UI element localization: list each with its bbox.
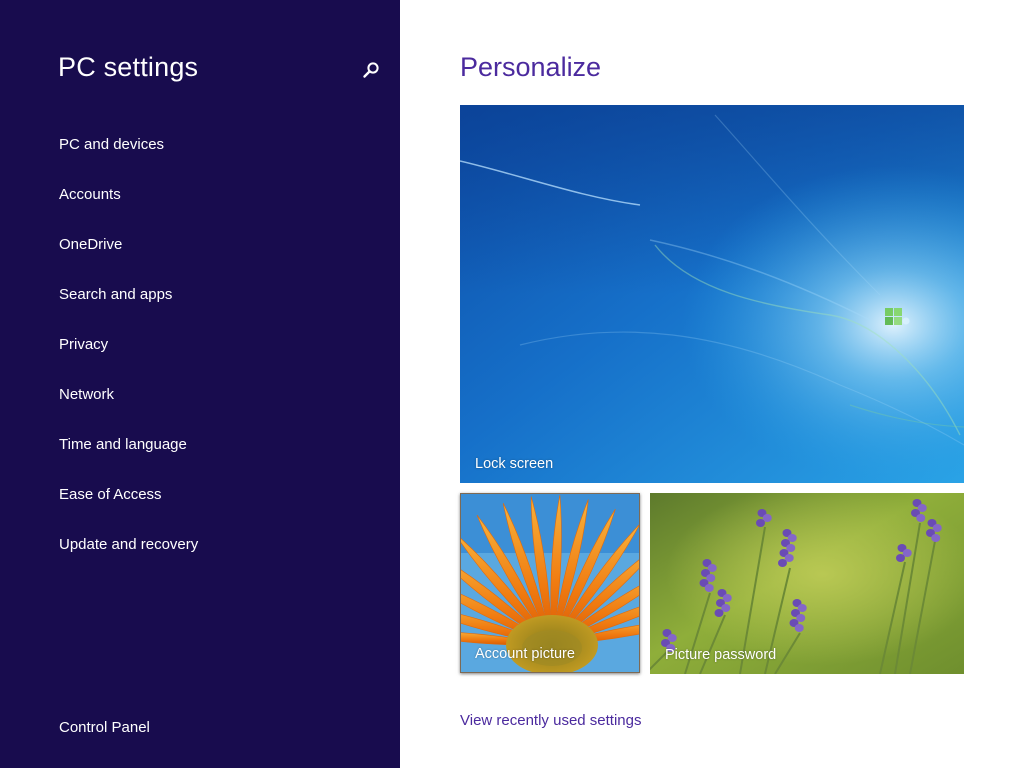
control-panel-link[interactable]: Control Panel [59,715,150,740]
lock-screen-tile[interactable]: Lock screen [460,105,964,483]
sidebar: PC settings PC and devices Accounts OneD… [0,0,400,768]
sidebar-item-network[interactable]: Network [59,382,198,432]
lock-screen-label: Lock screen [475,456,554,472]
search-button[interactable] [358,58,384,84]
picture-password-label: Picture password [665,647,777,663]
sidebar-item-time-and-language[interactable]: Time and language [59,432,198,482]
lavender-bud [704,584,714,592]
lavender-bud [714,609,724,617]
sidebar-item-search-and-apps[interactable]: Search and apps [59,282,198,332]
sidebar-item-accounts[interactable]: Accounts [59,182,198,232]
lock-screen-image [460,105,964,483]
lavender-bud [756,519,765,527]
account-picture-tile[interactable]: Account picture [460,493,640,673]
lavender-bud [931,534,941,542]
lavender-bud [916,514,926,522]
sidebar-item-pc-and-devices[interactable]: PC and devices [59,132,198,182]
sidebar-title: PC settings [58,52,199,82]
picture-password-tile[interactable]: Picture password [650,493,964,674]
sidebar-item-update-and-recovery[interactable]: Update and recovery [59,532,198,582]
sidebar-item-onedrive[interactable]: OneDrive [59,232,198,282]
lavender-bud [794,624,804,632]
view-recent-settings-link[interactable]: View recently used settings [460,708,642,733]
pc-settings-window: PC settings PC and devices Accounts OneD… [0,0,1024,768]
sidebar-nav: PC and devices Accounts OneDrive Search … [59,132,198,582]
lavender-bud [896,554,905,562]
sidebar-item-ease-of-access[interactable]: Ease of Access [59,482,198,532]
search-icon [363,62,379,78]
account-picture-label: Account picture [475,646,575,662]
page-title: Personalize [460,52,602,82]
sidebar-item-privacy[interactable]: Privacy [59,332,198,382]
lavender-bud [778,559,787,567]
